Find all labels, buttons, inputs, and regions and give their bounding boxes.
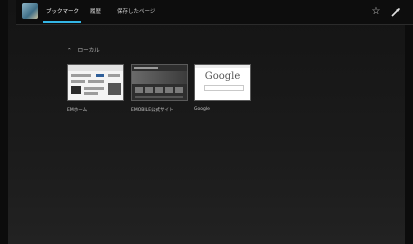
browser-app-icon[interactable] bbox=[22, 3, 38, 19]
tab-saved-pages[interactable]: 保存したページ bbox=[117, 7, 155, 23]
bookmark-thumbnail-google[interactable]: Google bbox=[194, 64, 251, 101]
star-icon[interactable]: ☆ bbox=[370, 6, 382, 18]
bookmark-label-em-home[interactable]: EMホーム bbox=[67, 107, 87, 113]
active-tab-indicator bbox=[43, 21, 81, 23]
bookmark-thumbnail-emobile[interactable] bbox=[131, 64, 188, 101]
bookmark-label-emobile[interactable]: EMOBILE公式サイト bbox=[131, 107, 174, 113]
action-bar: ブックマーク 履歴 保存したページ ☆ bbox=[16, 0, 413, 25]
edit-icon[interactable] bbox=[390, 6, 402, 18]
section-label: ローカル bbox=[77, 48, 100, 54]
chevron-up-icon: ⌃ bbox=[67, 48, 72, 54]
bookmark-label-google[interactable]: Google bbox=[194, 107, 210, 112]
bookmark-thumbnail-em-home[interactable] bbox=[67, 64, 124, 101]
thumb-banner bbox=[132, 71, 187, 84]
browser-screen: ブックマーク 履歴 保存したページ ☆ ⌃ ローカル EMホーム EMOBILE… bbox=[0, 0, 413, 244]
google-logo: Google bbox=[204, 71, 241, 82]
thumb-search-box bbox=[204, 85, 244, 91]
overflow-menu-icon[interactable] bbox=[409, 6, 413, 18]
tab-history[interactable]: 履歴 bbox=[90, 7, 101, 23]
section-local[interactable]: ⌃ ローカル bbox=[67, 46, 100, 54]
thumb-nav-bar bbox=[68, 65, 123, 71]
